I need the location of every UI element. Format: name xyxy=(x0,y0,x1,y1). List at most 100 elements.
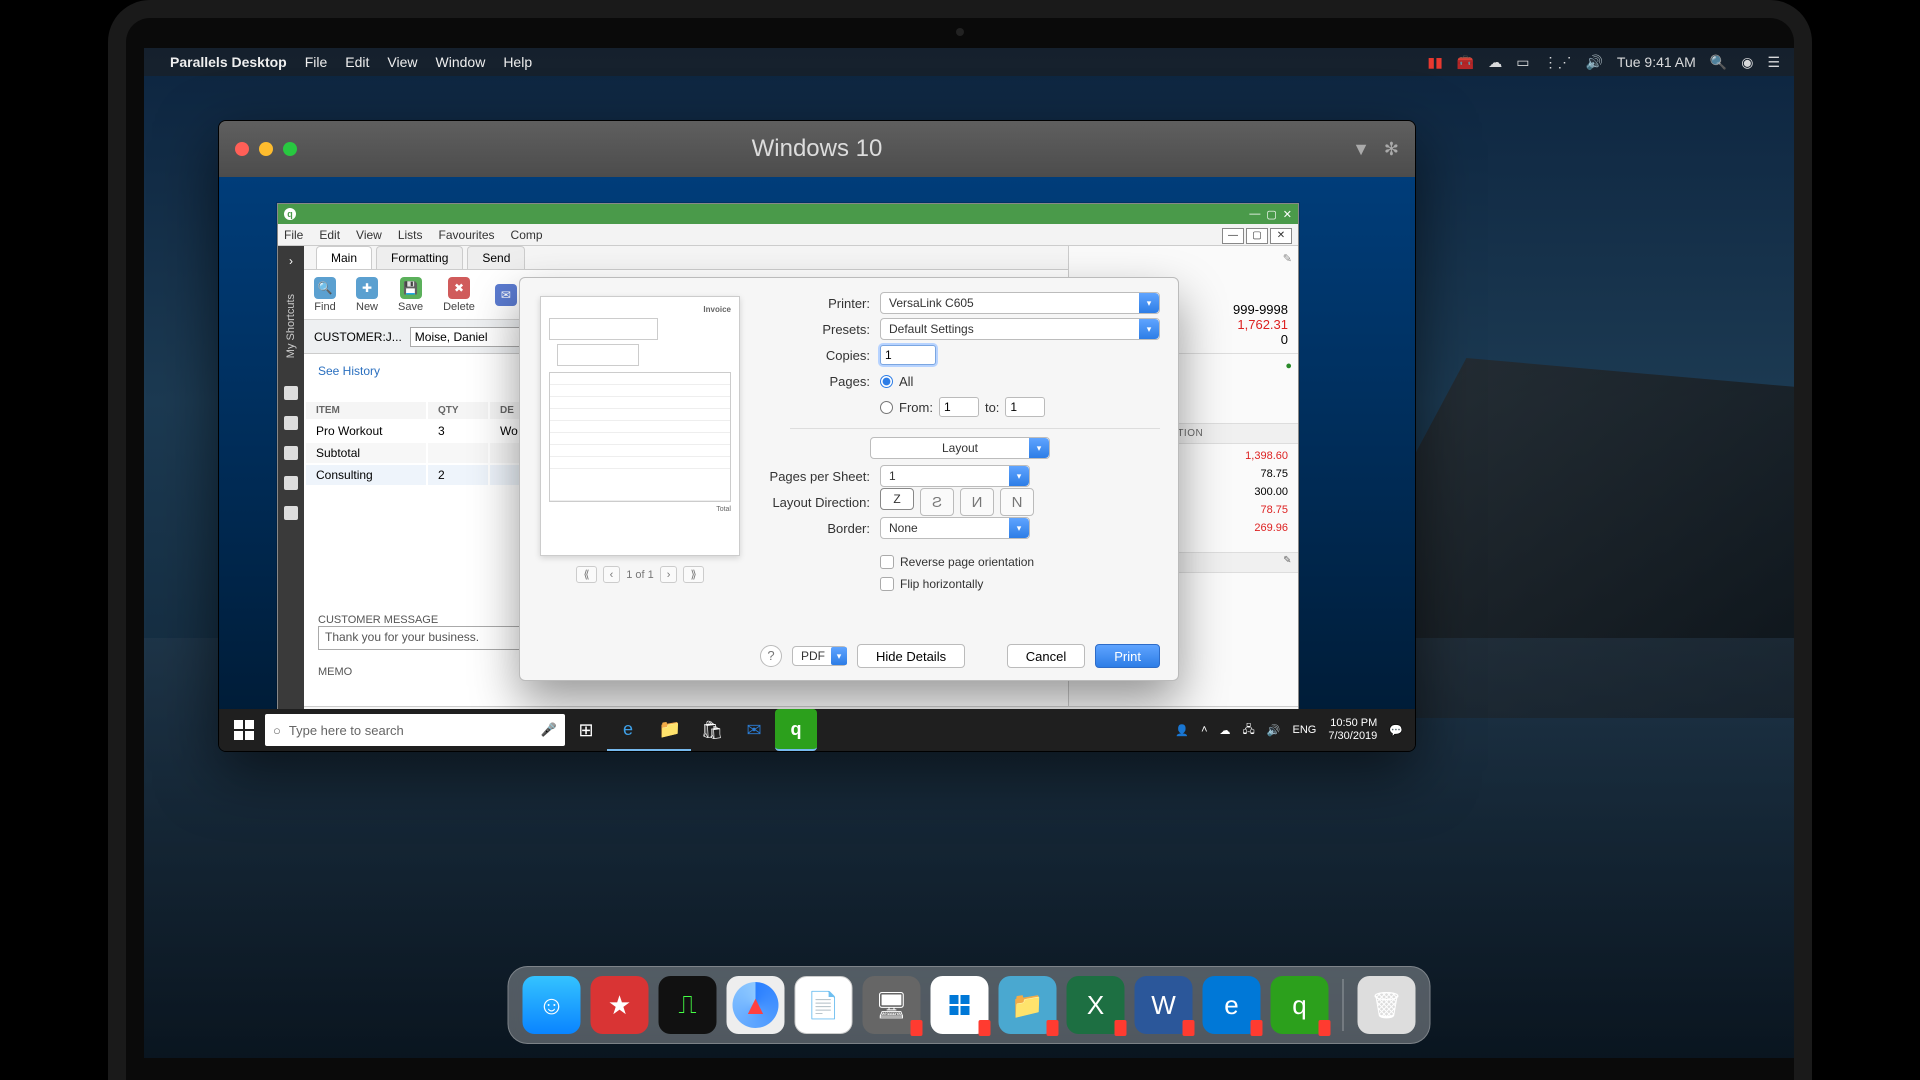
dir-nn-button[interactable]: N xyxy=(1000,488,1034,516)
tray-volume-icon[interactable]: 🔊 xyxy=(1267,724,1281,737)
dock-explorer-icon[interactable]: 📁 xyxy=(999,976,1057,1034)
customer-message-select[interactable]: Thank you for your business. xyxy=(318,626,548,650)
menubar-clock[interactable]: Tue 9:41 AM xyxy=(1617,54,1696,70)
dock-wunderlist-icon[interactable]: ★ xyxy=(591,976,649,1034)
spotlight-icon[interactable]: 🔍 xyxy=(1710,54,1727,71)
mic-icon[interactable]: 🎤 xyxy=(541,722,557,738)
qb-min-icon[interactable]: — xyxy=(1249,208,1260,220)
menubar-file[interactable]: File xyxy=(305,54,328,70)
edit-notes-icon[interactable]: ✎ xyxy=(1283,555,1292,566)
pager-first-button[interactable]: ⟪ xyxy=(576,566,596,583)
window-minimize-button[interactable] xyxy=(259,142,273,156)
dir-z-button[interactable]: Z xyxy=(880,488,914,510)
cancel-button[interactable]: Cancel xyxy=(1007,644,1085,668)
dock-windows-start-icon[interactable] xyxy=(931,976,989,1034)
dock-edge-icon[interactable]: e xyxy=(1203,976,1261,1034)
save-button[interactable]: 💾Save xyxy=(398,277,423,313)
vm-view-mode-icon[interactable]: ▼ xyxy=(1352,139,1370,160)
reverse-checkbox[interactable] xyxy=(880,555,894,569)
quickbooks-taskbar-icon[interactable]: q xyxy=(775,709,817,751)
edit-customer-icon[interactable]: ✎ xyxy=(1283,252,1292,265)
dir-s-button[interactable]: Ƨ xyxy=(920,488,954,516)
dir-n-button[interactable]: И xyxy=(960,488,994,516)
from-input[interactable] xyxy=(939,397,979,417)
tab-formatting[interactable]: Formatting xyxy=(376,246,463,269)
notification-center-icon[interactable]: ☰ xyxy=(1767,54,1780,71)
pager-last-button[interactable]: ⟫ xyxy=(683,566,703,583)
border-select[interactable]: None▾ xyxy=(880,517,1030,539)
vm-settings-icon[interactable]: ✻ xyxy=(1384,139,1399,160)
flip-checkbox[interactable] xyxy=(880,577,894,591)
qb-menu-file[interactable]: File xyxy=(284,228,303,242)
dock-quickbooks-icon[interactable]: q xyxy=(1271,976,1329,1034)
parallels-status-icon[interactable]: ▮▮ xyxy=(1427,54,1442,71)
vm-titlebar[interactable]: Windows 10 ▼ ✻ xyxy=(219,121,1415,177)
dock-finder-icon[interactable]: ☺ xyxy=(523,976,581,1034)
shortcuts-expand-icon[interactable]: › xyxy=(289,254,293,268)
shortcut-item[interactable] xyxy=(284,446,298,460)
menubar-app-name[interactable]: Parallels Desktop xyxy=(170,54,287,70)
task-view-icon[interactable]: ⊞ xyxy=(565,709,607,751)
printer-select[interactable]: VersaLink C605▾ xyxy=(880,292,1160,314)
outlook-taskbar-icon[interactable]: ✉ xyxy=(733,709,775,751)
email-button[interactable]: ✉ xyxy=(495,284,517,306)
explorer-taskbar-icon[interactable]: 📁 xyxy=(649,709,691,751)
qb-max-icon[interactable]: ▢ xyxy=(1266,208,1276,221)
inner-max-icon[interactable]: ▢ xyxy=(1246,228,1268,244)
cloud-icon[interactable]: ☁︎ xyxy=(1488,54,1502,71)
shortcut-item[interactable] xyxy=(284,416,298,430)
tray-lang[interactable]: ENG xyxy=(1293,724,1317,736)
network-icon[interactable]: 🖧 xyxy=(1243,721,1255,740)
presets-select[interactable]: Default Settings▾ xyxy=(880,318,1160,340)
dock-textedit-icon[interactable]: 📄 xyxy=(795,976,853,1034)
help-button[interactable]: ? xyxy=(760,645,782,667)
to-input[interactable] xyxy=(1005,397,1045,417)
dock-excel-icon[interactable]: X xyxy=(1067,976,1125,1034)
qb-titlebar[interactable]: q — ▢ ✕ xyxy=(278,204,1298,224)
dock-activity-monitor-icon[interactable]: ⎍ xyxy=(659,976,717,1034)
window-close-button[interactable] xyxy=(235,142,249,156)
qb-close-icon[interactable]: ✕ xyxy=(1283,208,1292,221)
qb-menu-company[interactable]: Comp xyxy=(511,228,543,242)
tab-send[interactable]: Send xyxy=(467,246,525,269)
taskbar-clock[interactable]: 10:50 PM7/30/2019 xyxy=(1328,717,1377,743)
pager-next-button[interactable]: › xyxy=(660,566,678,583)
pages-all-radio[interactable] xyxy=(880,375,893,388)
menubar-view[interactable]: View xyxy=(387,54,417,70)
airplay-icon[interactable]: ▭ xyxy=(1516,54,1529,71)
pages-range-radio[interactable] xyxy=(880,401,893,414)
shortcut-item[interactable] xyxy=(284,386,298,400)
tray-chevron-icon[interactable]: ˄ xyxy=(1201,724,1207,736)
section-select[interactable]: Layout▾ xyxy=(870,437,1050,459)
menubar-help[interactable]: Help xyxy=(503,54,532,70)
new-button[interactable]: ✚New xyxy=(356,277,378,313)
tab-main[interactable]: Main xyxy=(316,246,372,269)
siri-icon[interactable]: ◉ xyxy=(1741,54,1753,71)
inner-close-icon[interactable]: ✕ xyxy=(1270,228,1292,244)
shortcut-item[interactable] xyxy=(284,506,298,520)
dock-coherence-monitor-icon[interactable]: 🖥 xyxy=(863,976,921,1034)
store-taskbar-icon[interactable]: 🛍 xyxy=(691,709,733,751)
dock-safari-icon[interactable]: ▲ xyxy=(727,976,785,1034)
edge-taskbar-icon[interactable]: e xyxy=(607,709,649,751)
window-maximize-button[interactable] xyxy=(283,142,297,156)
people-icon[interactable]: 👤 xyxy=(1175,724,1189,737)
copies-input[interactable] xyxy=(880,345,936,365)
qb-menu-favourites[interactable]: Favourites xyxy=(439,228,495,242)
hide-details-button[interactable]: Hide Details xyxy=(857,644,965,668)
onedrive-icon[interactable]: ☁ xyxy=(1220,724,1231,737)
pps-select[interactable]: 1▾ xyxy=(880,465,1030,487)
toolbox-icon[interactable]: 🧰 xyxy=(1457,54,1474,71)
edit-icon[interactable]: ● xyxy=(1285,360,1292,372)
print-button[interactable]: Print xyxy=(1095,644,1160,668)
qb-menu-edit[interactable]: Edit xyxy=(319,228,340,242)
volume-icon[interactable]: 🔊 xyxy=(1585,54,1602,71)
delete-button[interactable]: ✖Delete xyxy=(443,277,475,313)
menubar-window[interactable]: Window xyxy=(436,54,486,70)
find-button[interactable]: 🔍Find xyxy=(314,277,336,313)
dock-word-icon[interactable]: W xyxy=(1135,976,1193,1034)
shortcut-item[interactable] xyxy=(284,476,298,490)
start-button[interactable] xyxy=(223,709,265,751)
dock-trash-icon[interactable]: 🗑 xyxy=(1358,976,1416,1034)
qb-menu-lists[interactable]: Lists xyxy=(398,228,423,242)
